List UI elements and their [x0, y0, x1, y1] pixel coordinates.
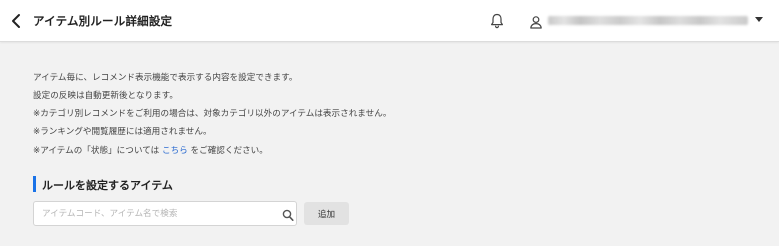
- section-title: ルールを設定するアイテム: [42, 179, 173, 192]
- item-search-input[interactable]: [34, 202, 274, 225]
- page-title: アイテム別ルール詳細設定: [33, 14, 173, 28]
- description-line-3: ※カテゴリ別レコメンドをご利用の場合は、対象カテゴリ以外のアイテムは表示されませ…: [33, 109, 392, 119]
- section-accent-bar: [33, 176, 36, 192]
- item-search-box: [33, 201, 297, 226]
- description-line-5: ※アイテムの「状態」については こちら をご確認ください。: [33, 144, 268, 156]
- status-help-link[interactable]: こちら: [162, 146, 188, 156]
- app-header: アイテム別ルール詳細設定: [0, 0, 779, 42]
- search-icon[interactable]: [282, 207, 294, 221]
- user-icon: [529, 14, 543, 29]
- status-note-suffix: をご確認ください。: [190, 146, 268, 156]
- description-line-4: ※ランキングや閲覧履歴には適用されません。: [33, 127, 212, 137]
- add-item-button[interactable]: 追加: [304, 202, 349, 225]
- caret-down-icon[interactable]: [755, 17, 763, 22]
- back-chevron-icon[interactable]: [9, 12, 25, 30]
- description-line-1: アイテム毎に、レコメンド表示機能で表示する内容を設定できます。: [33, 73, 298, 83]
- account-name-redacted[interactable]: [548, 16, 748, 25]
- bell-icon[interactable]: [489, 12, 505, 30]
- status-note-prefix: ※アイテムの「状態」については: [33, 146, 160, 156]
- description-line-2: 設定の反映は自動更新後となります。: [33, 91, 178, 101]
